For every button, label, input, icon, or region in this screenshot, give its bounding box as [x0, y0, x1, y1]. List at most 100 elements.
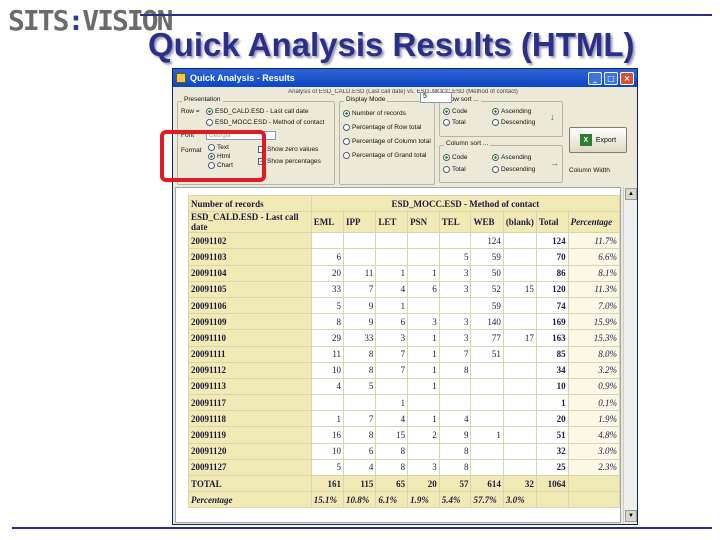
table-cell: 0.9% — [567, 377, 620, 396]
table-cell — [438, 232, 472, 250]
total-cell: 161 — [310, 474, 345, 493]
row-sort-asc-radio[interactable]: Ascending — [492, 108, 531, 115]
total-cell — [567, 474, 620, 493]
table-cell: 70 — [535, 248, 569, 266]
maximize-button[interactable]: □ — [604, 71, 618, 85]
percentage-cell: 10.8% — [343, 491, 377, 509]
results-grid: Number of records ESD_MOCC.ESD - Method o… — [175, 187, 621, 523]
table-cell: 15.9% — [567, 313, 620, 331]
slide-title: Quick Analysis Results (HTML) — [148, 26, 635, 63]
table-cell: 4 — [343, 458, 377, 477]
table-row: 20091103 6 5 59 70 6.6% — [188, 248, 620, 266]
row-label: Row = — [181, 108, 200, 115]
right-arrow-icon: → — [550, 158, 559, 168]
table-cell: 8 — [375, 458, 409, 477]
row-sort-code-radio[interactable]: Code — [443, 108, 468, 115]
col-sort-desc-radio[interactable]: Descending — [492, 166, 535, 173]
table-row: 20091110 29 33 3 1 3 77 17 163 15.3% — [188, 329, 620, 347]
table-cell — [407, 232, 440, 250]
table-cell: 7 — [375, 361, 409, 379]
row-option-mocc[interactable]: ESD_MOCC.ESD - Method of contact — [206, 119, 324, 126]
table-cell: 20 — [310, 264, 345, 282]
row-option-cald[interactable]: ESD_CALD.ESD - Last call date — [206, 108, 309, 115]
minimize-button[interactable]: _ — [588, 71, 602, 85]
table-cell: 74 — [535, 296, 569, 315]
column-header: EML — [310, 211, 345, 234]
table-row: 20091102 124 124 11.7% — [188, 232, 620, 250]
row-sort-total-radio[interactable]: Total — [443, 119, 466, 126]
table-cell — [407, 394, 440, 412]
table-cell: 1 — [310, 410, 345, 428]
show-zero-values-check[interactable]: Show zero values — [258, 146, 318, 153]
table-cell: 2 — [407, 426, 440, 444]
results-table: Number of records ESD_MOCC.ESD - Method o… — [188, 194, 620, 509]
table-row: 20091113 4 5 1 10 0.9% — [188, 377, 620, 396]
table-cell: 1 — [407, 377, 440, 396]
grid-scrollbar[interactable]: ▲ ▼ — [623, 187, 637, 523]
table-cell: 51 — [470, 345, 504, 363]
table-cell: 17 — [502, 329, 537, 347]
mode-grand-pct-radio[interactable]: Percentage of Grand total — [343, 152, 426, 159]
column-header: Total — [535, 211, 569, 234]
total-cell: 115 — [343, 474, 377, 493]
table-cell: 33 — [310, 280, 345, 298]
table-cell — [375, 377, 409, 396]
table-cell — [470, 361, 504, 379]
table-cell: 33 — [343, 329, 377, 347]
analysis-caption: Analysis of ESD_CALD.ESD (Last call date… — [288, 89, 518, 95]
table-cell: 1 — [470, 426, 504, 444]
table-cell — [502, 296, 537, 315]
table-cell — [343, 232, 377, 250]
table-cell: 8 — [310, 313, 345, 331]
header-rule — [140, 14, 712, 16]
table-cell: 1 — [375, 264, 409, 282]
column-header: LET — [375, 211, 409, 234]
col-sort-code-radio[interactable]: Code — [443, 154, 468, 161]
table-cell: 0.1% — [567, 394, 620, 412]
table-cell: 10 — [310, 361, 345, 379]
table-cell: 59 — [470, 296, 504, 315]
column-width-label: Column Width — [569, 167, 610, 174]
scroll-up-button[interactable]: ▲ — [625, 188, 637, 200]
table-cell: 3 — [438, 264, 472, 282]
close-button[interactable]: × — [620, 71, 634, 85]
table-cell: 120 — [535, 280, 569, 298]
row-label: 20091103 — [188, 248, 312, 266]
table-cell — [407, 296, 440, 315]
table-row: 20091109 8 9 6 3 3 140 169 15.9% — [188, 313, 620, 331]
column-width-spinner[interactable]: 5 — [420, 92, 452, 103]
table-cell: 15 — [375, 426, 409, 444]
table-cell — [438, 296, 472, 315]
row-label: 20091106 — [188, 296, 312, 315]
table-cell: 124 — [470, 232, 504, 250]
percentage-cell: 6.1% — [375, 491, 409, 509]
show-percentages-check[interactable]: Show percentages — [258, 158, 321, 165]
table-cell — [438, 377, 472, 396]
export-button[interactable]: X Export — [569, 127, 627, 153]
export-label: Export — [595, 136, 617, 144]
mode-row-pct-radio[interactable]: Percentage of Row total — [343, 124, 421, 131]
table-cell — [470, 377, 504, 396]
window-titlebar[interactable]: Quick Analysis - Results _ □ × — [173, 69, 637, 87]
table-cell: 85 — [535, 345, 569, 363]
table-row: 20091104 20 11 1 1 3 50 86 8.1% — [188, 264, 620, 282]
table-cell: 1 — [407, 410, 440, 428]
table-cell: 1 — [407, 329, 440, 347]
row-sort-desc-radio[interactable]: Descending — [492, 119, 535, 126]
scroll-down-button[interactable]: ▼ — [625, 510, 637, 522]
percentage-cell — [535, 491, 569, 509]
row-label: 20091119 — [188, 426, 312, 444]
mode-number-radio[interactable]: Number of records — [343, 110, 406, 117]
col-sort-total-radio[interactable]: Total — [443, 166, 466, 173]
row-label: 20091118 — [188, 410, 312, 428]
table-cell: 4 — [310, 377, 345, 396]
row-sort-group: Row sort ... Code Total Ascending Descen… — [439, 96, 563, 137]
table-cell: 9 — [438, 426, 472, 444]
col-sort-asc-radio[interactable]: Ascending — [492, 154, 531, 161]
table-cell: 6 — [407, 280, 440, 298]
table-cell — [375, 248, 409, 266]
total-cell: 614 — [470, 474, 504, 493]
table-cell: 51 — [535, 426, 569, 444]
table-cell: 15 — [502, 280, 537, 298]
mode-col-pct-radio[interactable]: Percentage of Column total — [343, 138, 431, 145]
